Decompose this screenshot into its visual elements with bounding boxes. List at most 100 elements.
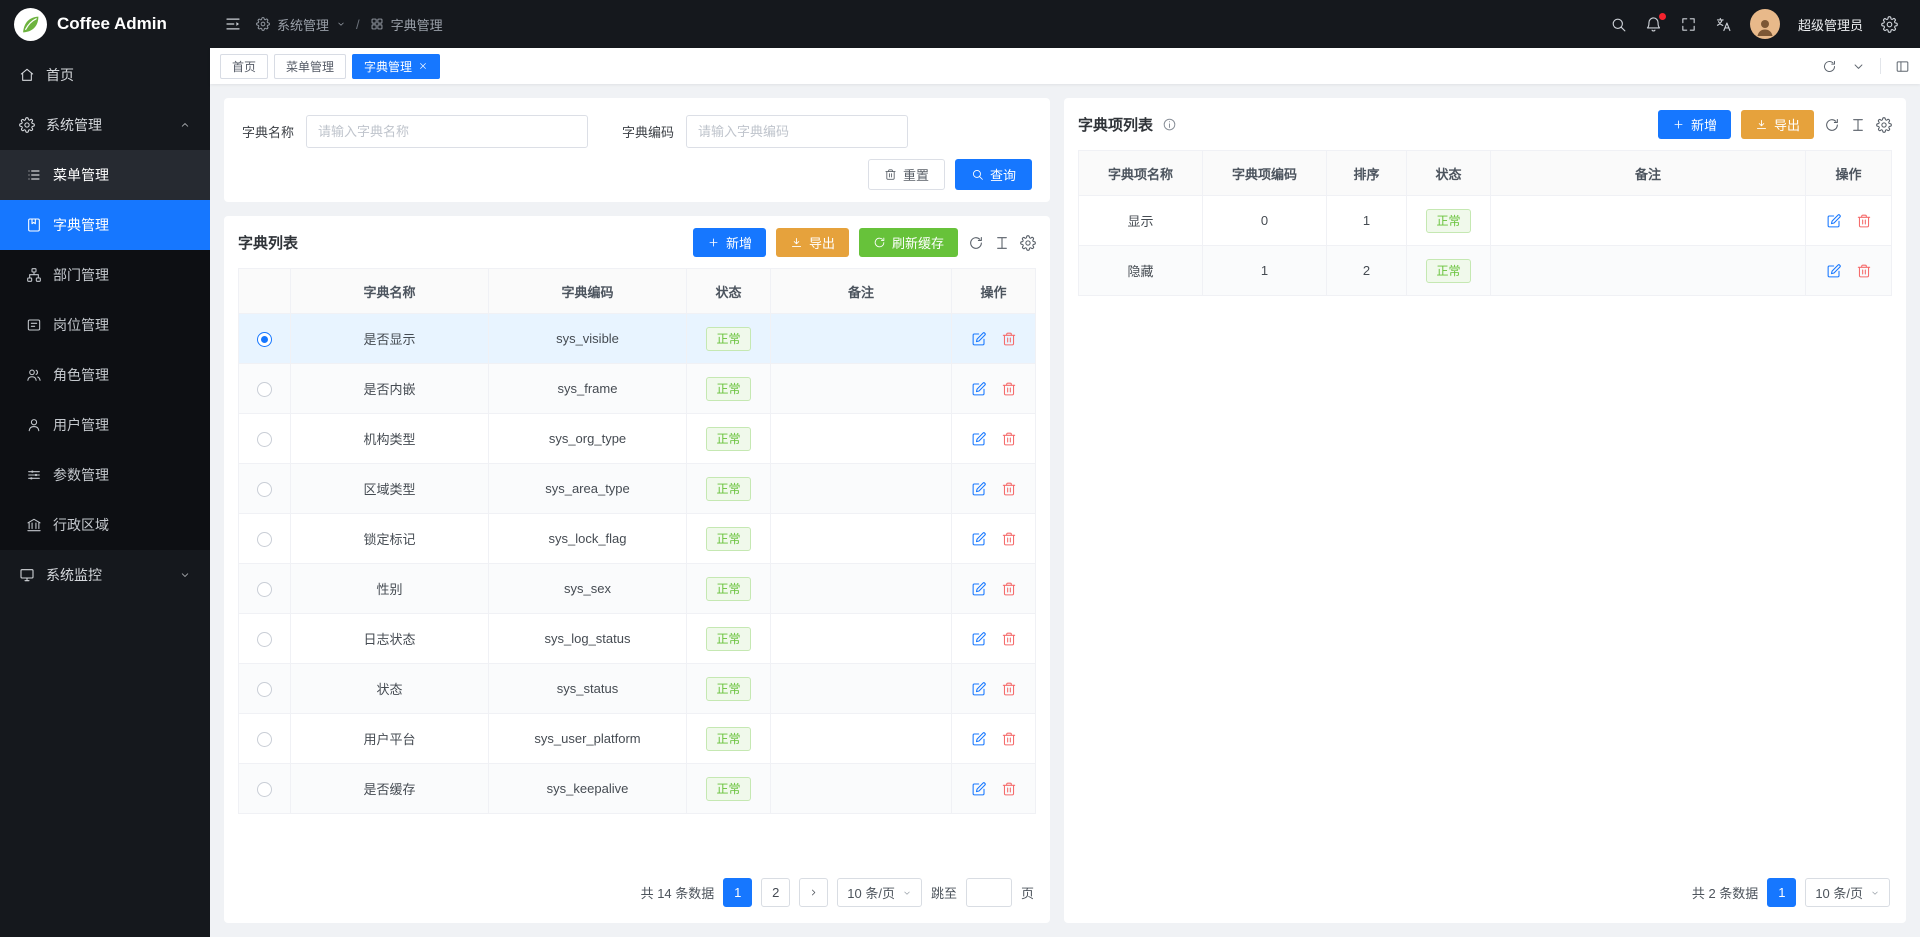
delete-icon[interactable]: [1001, 731, 1017, 747]
delete-icon[interactable]: [1001, 581, 1017, 597]
chevron-down-icon[interactable]: [1851, 59, 1866, 74]
sidebar-item-user-mgmt[interactable]: 用户管理: [0, 400, 210, 450]
settings-gear-icon[interactable]: [1881, 16, 1898, 33]
query-button[interactable]: 查询: [955, 159, 1032, 190]
row-select-radio[interactable]: [257, 482, 272, 497]
edit-icon[interactable]: [971, 581, 987, 597]
dict-table-row[interactable]: 机构类型sys_org_type正常: [239, 414, 1036, 464]
edit-icon[interactable]: [1826, 263, 1842, 279]
add-item-button[interactable]: 新增: [1658, 110, 1731, 139]
export-item-button[interactable]: 导出: [1741, 110, 1814, 139]
sidebar-item-dict-mgmt[interactable]: 字典管理: [0, 200, 210, 250]
edit-icon[interactable]: [971, 481, 987, 497]
page-1-button[interactable]: 1: [723, 878, 752, 907]
delete-icon[interactable]: [1856, 263, 1872, 279]
breadcrumb-dict[interactable]: 字典管理: [391, 15, 443, 34]
column-height-icon[interactable]: [994, 235, 1010, 251]
row-select-radio[interactable]: [257, 332, 272, 347]
jump-page-input[interactable]: [966, 878, 1012, 907]
dict-table-row[interactable]: 锁定标记sys_lock_flag正常: [239, 514, 1036, 564]
layout-icon[interactable]: [1895, 59, 1910, 74]
delete-icon[interactable]: [1001, 531, 1017, 547]
user-avatar[interactable]: [1750, 9, 1780, 39]
table-settings-gear-icon[interactable]: [1020, 235, 1036, 251]
tab-dict-mgmt[interactable]: 字典管理: [352, 54, 440, 79]
sidebar-item-param-mgmt[interactable]: 参数管理: [0, 450, 210, 500]
row-select-radio[interactable]: [257, 382, 272, 397]
delete-icon[interactable]: [1001, 681, 1017, 697]
delete-icon[interactable]: [1001, 431, 1017, 447]
delete-icon[interactable]: [1001, 331, 1017, 347]
page-size-select[interactable]: 10 条/页: [1805, 878, 1890, 907]
page-2-button[interactable]: 2: [761, 878, 790, 907]
edit-icon[interactable]: [971, 731, 987, 747]
edit-icon[interactable]: [971, 631, 987, 647]
menu-fold-icon[interactable]: [224, 15, 242, 33]
sidebar-item-role-mgmt[interactable]: 角色管理: [0, 350, 210, 400]
sidebar-item-region-mgmt[interactable]: 行政区域: [0, 500, 210, 550]
edit-icon[interactable]: [971, 331, 987, 347]
dict-table-row[interactable]: 性别sys_sex正常: [239, 564, 1036, 614]
dict-table-row[interactable]: 是否显示sys_visible正常: [239, 314, 1036, 364]
dict-table-row[interactable]: 状态sys_status正常: [239, 664, 1036, 714]
item-table-row[interactable]: 显示01正常: [1079, 196, 1892, 246]
page-1-button[interactable]: 1: [1767, 878, 1796, 907]
edit-icon[interactable]: [971, 381, 987, 397]
dict-name-input[interactable]: [306, 115, 588, 148]
column-height-icon[interactable]: [1850, 117, 1866, 133]
dict-code-input[interactable]: [686, 115, 908, 148]
reset-button[interactable]: 重置: [868, 159, 945, 190]
page-size-select[interactable]: 10 条/页: [837, 878, 922, 907]
delete-icon[interactable]: [1001, 631, 1017, 647]
delete-icon[interactable]: [1001, 381, 1017, 397]
add-dict-button[interactable]: 新增: [693, 228, 766, 257]
dict-table-row[interactable]: 日志状态sys_log_status正常: [239, 614, 1036, 664]
refresh-table-icon[interactable]: [968, 235, 984, 251]
dict-table-row[interactable]: 区域类型sys_area_type正常: [239, 464, 1036, 514]
status-tag: 正常: [706, 427, 750, 451]
delete-icon[interactable]: [1856, 213, 1872, 229]
delete-icon[interactable]: [1001, 481, 1017, 497]
translate-icon[interactable]: [1715, 16, 1732, 33]
fullscreen-expand-icon[interactable]: [1680, 16, 1697, 33]
next-page-button[interactable]: [799, 878, 828, 907]
app-logo[interactable]: Coffee Admin: [0, 0, 210, 48]
table-settings-gear-icon[interactable]: [1876, 117, 1892, 133]
sidebar-item-system-mgmt[interactable]: 系统管理: [0, 100, 210, 150]
row-select-radio[interactable]: [257, 582, 272, 597]
notification-bell[interactable]: [1645, 16, 1662, 33]
sidebar-item-home[interactable]: 首页: [0, 50, 210, 100]
refresh-table-icon[interactable]: [1824, 117, 1840, 133]
row-select-radio[interactable]: [257, 632, 272, 647]
sidebar-item-menu-mgmt[interactable]: 菜单管理: [0, 150, 210, 200]
export-dict-button[interactable]: 导出: [776, 228, 849, 257]
sidebar-item-dept-mgmt[interactable]: 部门管理: [0, 250, 210, 300]
item-table-row[interactable]: 隐藏12正常: [1079, 246, 1892, 296]
edit-icon[interactable]: [971, 531, 987, 547]
tab-home[interactable]: 首页: [220, 54, 268, 79]
search-icon[interactable]: [1610, 16, 1627, 33]
sidebar-item-monitor[interactable]: 系统监控: [0, 550, 210, 600]
row-select-radio[interactable]: [257, 532, 272, 547]
dict-table-row[interactable]: 是否内嵌sys_frame正常: [239, 364, 1036, 414]
current-username[interactable]: 超级管理员: [1798, 15, 1863, 34]
edit-icon[interactable]: [971, 781, 987, 797]
row-select-radio[interactable]: [257, 732, 272, 747]
dict-table-row[interactable]: 是否缓存sys_keepalive正常: [239, 764, 1036, 814]
dict-table-row[interactable]: 用户平台sys_user_platform正常: [239, 714, 1036, 764]
remark-cell: [1491, 196, 1806, 246]
refresh-cache-button[interactable]: 刷新缓存: [859, 228, 958, 257]
edit-icon[interactable]: [1826, 213, 1842, 229]
edit-icon[interactable]: [971, 681, 987, 697]
delete-icon[interactable]: [1001, 781, 1017, 797]
close-icon[interactable]: [418, 61, 428, 71]
refresh-icon[interactable]: [1822, 59, 1837, 74]
row-select-radio[interactable]: [257, 432, 272, 447]
edit-icon[interactable]: [971, 431, 987, 447]
breadcrumb-system[interactable]: 系统管理: [277, 15, 329, 34]
tab-menu-mgmt[interactable]: 菜单管理: [274, 54, 346, 79]
row-select-radio[interactable]: [257, 782, 272, 797]
info-icon[interactable]: [1162, 117, 1177, 132]
row-select-radio[interactable]: [257, 682, 272, 697]
sidebar-item-post-mgmt[interactable]: 岗位管理: [0, 300, 210, 350]
